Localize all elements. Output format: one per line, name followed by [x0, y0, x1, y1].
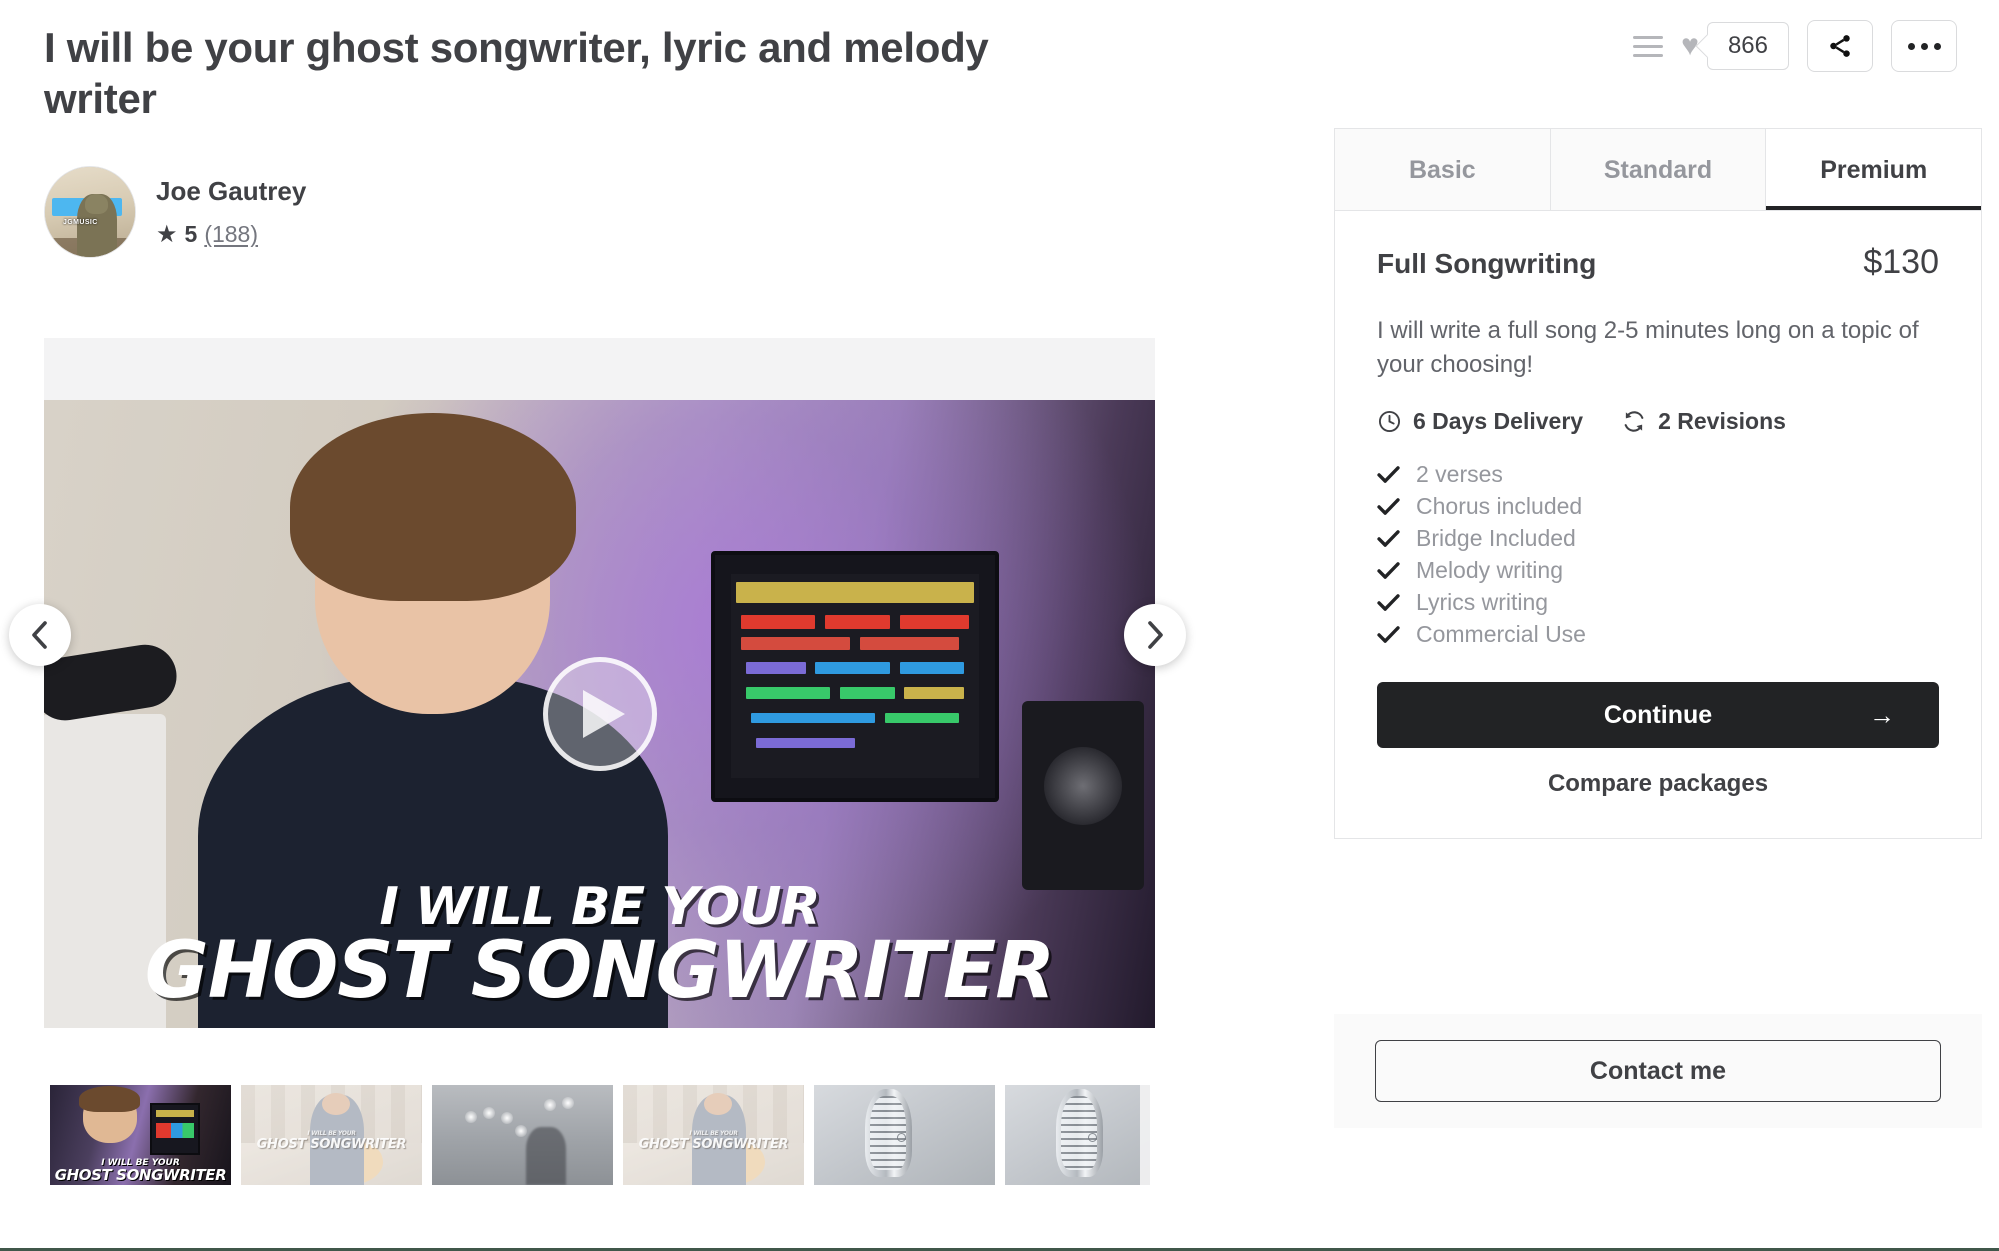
arrow-right-icon: →: [1869, 699, 1895, 730]
clock-icon: [1378, 411, 1401, 433]
list-item: 2 verses: [1377, 461, 1939, 488]
package-name: Full Songwriting: [1377, 248, 1597, 279]
gig-header: I will be your ghost songwriter, lyric a…: [44, 22, 1154, 259]
video-monitor: [710, 550, 1000, 802]
thumb-caption: I WILL BE YOUR GHOST SONGWRITER: [638, 1130, 789, 1152]
contact-me-button[interactable]: Contact me: [1375, 1040, 1941, 1102]
avatar[interactable]: JGMUSIC: [44, 166, 136, 259]
more-options-icon: [1907, 42, 1941, 50]
package-meta: 6 Days Delivery 2 Revisions: [1377, 408, 1939, 435]
play-icon: [582, 690, 625, 738]
seller-name[interactable]: Joe Gautrey: [156, 176, 306, 207]
package-tabs: Basic Standard Premium: [1335, 129, 1982, 211]
check-icon: [1377, 530, 1400, 547]
gallery-video[interactable]: I WILL BE YOUR GHOST SONGWRITER: [44, 400, 1155, 1028]
check-icon: [1377, 466, 1400, 483]
gallery-next-button[interactable]: [1124, 604, 1186, 666]
feature-label: Commercial Use: [1416, 621, 1586, 648]
delivery-time: 6 Days Delivery: [1377, 408, 1583, 435]
check-icon: [1377, 562, 1400, 579]
check-icon: [1377, 594, 1400, 611]
check-icon: [1377, 626, 1400, 643]
thumb-microphone-1[interactable]: [814, 1085, 995, 1185]
refresh-icon: [1624, 411, 1644, 432]
more-options-button[interactable]: [1891, 20, 1957, 72]
chevron-right-icon: [1148, 621, 1163, 649]
feature-label: 2 verses: [1416, 461, 1503, 488]
seller-summary: JGMUSIC Joe Gautrey ★ 5 (188): [44, 166, 1154, 259]
gig-actions-bar: ♥ 866: [1633, 20, 1957, 72]
thumb-caption: I WILL BE YOUR GHOST SONGWRITER: [256, 1130, 407, 1152]
thumbnails-next-button[interactable]: [1140, 1085, 1150, 1185]
check-icon: [1377, 498, 1400, 515]
video-caption-line2: GHOST SONGWRITER: [144, 925, 1056, 1016]
feature-label: Lyrics writing: [1416, 589, 1549, 616]
collect-lines-icon[interactable]: [1633, 35, 1664, 57]
thumb-guitar-2[interactable]: I WILL BE YOUR GHOST SONGWRITER: [623, 1085, 804, 1185]
gig-page: ♥ 866 I will be your ghost songwriter, l…: [0, 0, 1999, 1251]
package-price: $130: [1863, 243, 1939, 281]
feature-label: Bridge Included: [1416, 525, 1576, 552]
package-details: Full Songwriting $130 I will write a ful…: [1335, 211, 1981, 838]
list-item: Commercial Use: [1377, 621, 1939, 648]
package-feature-list: 2 verses Chorus included Bridge Included…: [1377, 461, 1939, 648]
favorite-button[interactable]: ♥ 866: [1681, 22, 1789, 70]
gallery-prev-button[interactable]: [9, 604, 71, 666]
delivery-label: 6 Days Delivery: [1413, 408, 1584, 435]
thumb-microphone-2[interactable]: [1005, 1085, 1150, 1185]
continue-label: Continue: [1603, 700, 1713, 729]
seller-rating: ★ 5 (188): [156, 221, 306, 248]
revisions-label: 2 Revisions: [1658, 408, 1786, 435]
tab-standard[interactable]: Standard: [1550, 129, 1767, 210]
favorites-count: 866: [1706, 22, 1789, 70]
tab-premium[interactable]: Premium: [1766, 129, 1982, 210]
thumb-stage[interactable]: [432, 1085, 613, 1185]
continue-button[interactable]: Continue →: [1377, 682, 1939, 749]
list-item: Bridge Included: [1377, 525, 1939, 552]
compare-packages-button[interactable]: Compare packages: [1377, 770, 1939, 798]
package-description: I will write a full song 2-5 minutes lon…: [1377, 317, 1919, 379]
feature-label: Chorus included: [1416, 493, 1583, 520]
play-button[interactable]: [542, 657, 657, 771]
avatar-watermark: JGMUSIC: [63, 218, 98, 226]
thumb-guitar-1[interactable]: I WILL BE YOUR GHOST SONGWRITER: [241, 1085, 422, 1185]
star-icon: ★: [156, 220, 178, 248]
list-item: Lyrics writing: [1377, 589, 1939, 616]
gallery-thumbnail-strip: I WILL BE YOUR GHOST SONGWRITER I WILL B…: [50, 1085, 1150, 1187]
chevron-left-icon: [32, 621, 47, 649]
rating-value: 5: [184, 221, 198, 248]
contact-seller-card: Contact me: [1334, 1014, 1982, 1128]
package-card: Basic Standard Premium Full Songwriting …: [1334, 128, 1982, 840]
video-caption: I WILL BE YOUR GHOST SONGWRITER: [44, 881, 1155, 1016]
page-title: I will be your ghost songwriter, lyric a…: [44, 24, 989, 123]
list-item: Chorus included: [1377, 493, 1939, 520]
thumb-caption: I WILL BE YOUR GHOST SONGWRITER: [54, 1158, 227, 1184]
share-button[interactable]: [1807, 20, 1873, 72]
gig-gallery: I WILL BE YOUR GHOST SONGWRITER: [44, 338, 1155, 1028]
share-icon: [1830, 35, 1850, 57]
list-item: Melody writing: [1377, 557, 1939, 584]
feature-label: Melody writing: [1416, 557, 1563, 584]
revisions: 2 Revisions: [1621, 408, 1786, 435]
gallery-top-band: [44, 338, 1155, 400]
thumb-microphone-2-wrapper: [1005, 1085, 1150, 1185]
video-speaker: [1021, 701, 1144, 890]
rating-count[interactable]: (188): [204, 221, 258, 248]
thumb-studio-intro[interactable]: I WILL BE YOUR GHOST SONGWRITER: [50, 1085, 231, 1185]
tab-basic[interactable]: Basic: [1335, 129, 1551, 210]
